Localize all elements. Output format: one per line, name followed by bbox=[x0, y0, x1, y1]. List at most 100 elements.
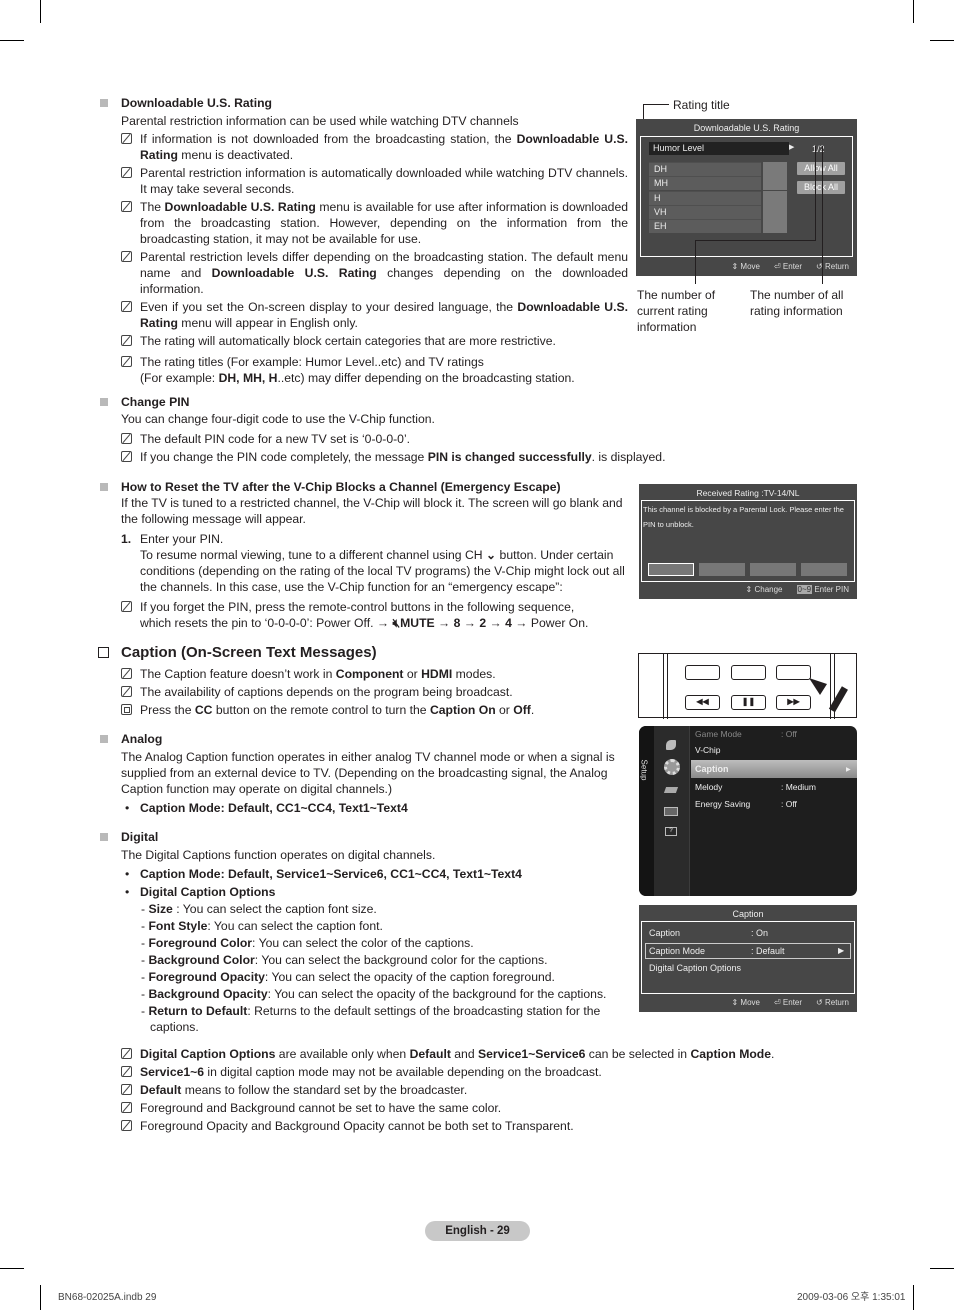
note: The default PIN code for a new TV set is… bbox=[98, 431, 678, 447]
square-bullet-icon bbox=[100, 833, 108, 841]
menu-value: : Off bbox=[781, 729, 797, 739]
application-icon[interactable] bbox=[664, 807, 678, 816]
page-number-badge: English - 29 bbox=[425, 1221, 530, 1241]
analog-text: The Analog Caption function operates in … bbox=[121, 750, 615, 796]
allow-all-button[interactable]: Allow All bbox=[797, 162, 845, 175]
caption-row-label[interactable]: Caption bbox=[649, 927, 680, 939]
chevron-down-icon: ⌄ bbox=[485, 548, 497, 562]
menu-item-caption[interactable]: Caption bbox=[695, 761, 729, 777]
square-bullet-icon bbox=[100, 398, 108, 406]
osd-title: Downloadable U.S. Rating bbox=[693, 123, 800, 133]
pin-digit-field[interactable] bbox=[648, 563, 694, 576]
note-icon bbox=[121, 686, 132, 697]
crop-mark bbox=[0, 1268, 24, 1269]
note: Default means to follow the standard set… bbox=[98, 1082, 798, 1098]
arrow-right-icon: ▶ bbox=[846, 767, 851, 773]
menu-item-energy-saving[interactable]: Energy Saving bbox=[695, 796, 750, 812]
note: Parental restriction levels differ depen… bbox=[98, 249, 628, 297]
setup-label: Setup bbox=[639, 759, 649, 781]
rating-lock-box[interactable] bbox=[763, 219, 787, 233]
block-all-button[interactable]: Block All bbox=[797, 181, 845, 194]
note: Even if you set the On-screen display to… bbox=[98, 299, 628, 331]
note-icon bbox=[121, 1048, 132, 1059]
rating-item[interactable]: H bbox=[649, 191, 761, 205]
fast-forward-key[interactable]: ▶▶ bbox=[776, 695, 811, 710]
option-item: - Foreground Opacity: You can select the… bbox=[141, 970, 555, 984]
square-bullet-icon bbox=[100, 735, 108, 743]
pin-digit-field[interactable] bbox=[750, 563, 796, 576]
note-icon bbox=[121, 1066, 132, 1077]
intro-text: Parental restriction information can be … bbox=[121, 114, 519, 128]
bullet-item: Caption Mode: Default, Service1~Service6… bbox=[98, 866, 628, 882]
reset-section: How to Reset the TV after the V-Chip Blo… bbox=[98, 479, 628, 631]
option-item: - Background Color: You can select the b… bbox=[141, 953, 548, 967]
crop-mark bbox=[40, 0, 41, 23]
return-hint: ↺ Return bbox=[816, 998, 849, 1007]
bullet-item: Caption Mode: Default, CC1~CC4, Text1~Te… bbox=[98, 800, 628, 816]
menu-item-game-mode[interactable]: Game Mode bbox=[695, 726, 742, 742]
crop-mark bbox=[930, 1268, 954, 1269]
bullet-item: Digital Caption Options bbox=[98, 884, 628, 900]
note: Foreground and Background cannot be set … bbox=[98, 1100, 798, 1116]
rewind-key[interactable]: ◀◀ bbox=[685, 695, 720, 710]
pause-key[interactable]: ❚❚ bbox=[731, 695, 766, 710]
rating-item[interactable]: MH bbox=[649, 176, 761, 190]
menu-item-melody[interactable]: Melody bbox=[695, 779, 722, 795]
help-icon[interactable]: ? bbox=[665, 827, 677, 836]
section-heading: How to Reset the TV after the V-Chip Blo… bbox=[98, 479, 628, 495]
arrow-right-icon: ▶ bbox=[789, 144, 795, 151]
file-name: BN68-02025A.indb 29 bbox=[58, 1292, 157, 1303]
setup-sidebar: Setup bbox=[639, 726, 654, 896]
note: The Caption feature doesn’t work in Comp… bbox=[98, 666, 628, 682]
note: The rating titles (For example: Humor Le… bbox=[98, 354, 628, 386]
osd-title: Received Rating :TV-14/NL bbox=[696, 488, 800, 498]
caption-row-label[interactable]: Caption Mode bbox=[649, 945, 705, 957]
caption-row-label[interactable]: Digital Caption Options bbox=[649, 962, 741, 974]
digital-text: The Digital Captions function operates o… bbox=[121, 848, 436, 862]
section-heading: Downloadable U.S. Rating bbox=[98, 95, 628, 111]
option-item: - Font Style: You can select the caption… bbox=[141, 919, 383, 933]
rating-lock-box[interactable] bbox=[763, 205, 787, 219]
pin-digit-field[interactable] bbox=[699, 563, 745, 576]
note-icon bbox=[121, 251, 132, 262]
intro-text: You can change four-digit code to use th… bbox=[121, 412, 435, 426]
note-icon bbox=[121, 167, 132, 178]
note: Press the CC button on the remote contro… bbox=[98, 702, 628, 718]
section-heading: Change PIN bbox=[98, 394, 678, 410]
rating-lock-box[interactable] bbox=[763, 191, 787, 205]
rating-item[interactable]: DH bbox=[649, 162, 761, 176]
setup-osd: Setup ? Game Mode : Off V-Chip Caption ▶… bbox=[639, 726, 857, 896]
enter-hint: ⏎ Enter bbox=[773, 262, 803, 271]
note: If you forget the PIN, press the remote-… bbox=[98, 599, 628, 631]
pin-digit-field[interactable] bbox=[801, 563, 847, 576]
note-icon bbox=[121, 1084, 132, 1095]
caption-row-value: : Default bbox=[751, 946, 785, 956]
picture-icon[interactable] bbox=[666, 740, 676, 750]
arrow-right-icon: ▶ bbox=[838, 946, 845, 955]
cc-key[interactable] bbox=[776, 665, 811, 680]
note-icon bbox=[121, 201, 132, 212]
osd-footer: ⇕ Change 0~9 Enter PIN bbox=[746, 584, 849, 596]
note-icon bbox=[121, 451, 132, 462]
annotation-rating-title: Rating title bbox=[673, 98, 730, 112]
option-item: - Foreground Color: You can select the c… bbox=[141, 936, 474, 950]
rating-osd: Downloadable U.S. Rating Humor Level ▶ 1… bbox=[636, 119, 857, 276]
note-icon bbox=[121, 668, 132, 679]
note: Foreground Opacity and Background Opacit… bbox=[98, 1118, 798, 1134]
rating-lock-box[interactable] bbox=[763, 162, 787, 176]
remote-key[interactable] bbox=[685, 665, 720, 680]
note-icon bbox=[121, 335, 132, 346]
note: If you change the PIN code completely, t… bbox=[98, 449, 678, 465]
note-icon bbox=[121, 356, 132, 367]
crop-mark bbox=[0, 40, 24, 41]
remote-key[interactable] bbox=[731, 665, 766, 680]
rating-item[interactable]: EH bbox=[649, 219, 761, 233]
pointer-arrow-icon bbox=[809, 678, 848, 713]
menu-item-v-chip[interactable]: V-Chip bbox=[695, 742, 721, 758]
rating-lock-box[interactable] bbox=[763, 176, 787, 190]
gear-icon[interactable] bbox=[664, 759, 680, 775]
rating-item[interactable]: VH bbox=[649, 205, 761, 219]
input-icon[interactable] bbox=[663, 787, 679, 793]
option-item: - Size : You can select the caption font… bbox=[141, 902, 377, 916]
rating-title-field[interactable]: Humor Level bbox=[649, 142, 789, 155]
